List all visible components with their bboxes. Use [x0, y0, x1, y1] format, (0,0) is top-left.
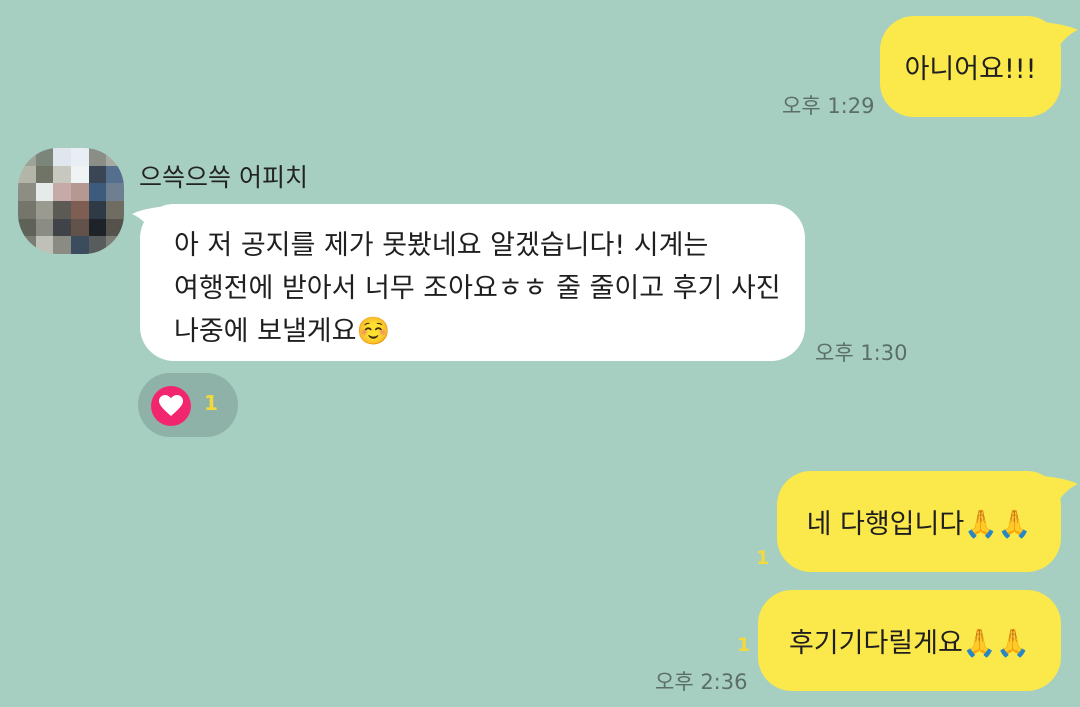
unread-count-3: 1 — [756, 547, 770, 569]
my-message-bubble-3[interactable]: 네 다행입니다🙏🙏 — [777, 471, 1061, 572]
message-line-2: 여행전에 받아서 너무 조아요ㅎㅎ 줄 줄이고 후기 사진 — [174, 273, 781, 304]
their-message-bubble[interactable]: 아 저 공지를 제가 못봤네요 알겠습니다! 시계는 여행전에 받아서 너무 조… — [140, 204, 805, 361]
message-time-4: 오후 2:36 — [655, 670, 748, 694]
avatar[interactable] — [18, 148, 124, 254]
bubble-tail-1 — [1042, 22, 1078, 54]
my-message-bubble-4[interactable]: 후기기다릴게요🙏🙏 — [758, 590, 1061, 691]
bubble-tail-3 — [1042, 476, 1078, 508]
message-line-1: 아 저 공지를 제가 못봤네요 알겠습니다! 시계는 — [174, 230, 709, 261]
message-time-2: 오후 1:30 — [815, 341, 908, 365]
sender-name: 으쓱으쓱 어피치 — [139, 163, 308, 192]
message-text-4: 후기기다릴게요🙏🙏 — [788, 628, 1031, 659]
reaction-badge[interactable]: 1 — [138, 373, 238, 437]
my-message-bubble-1[interactable]: 아니어요!!! — [880, 16, 1061, 117]
message-text-1: 아니어요!!! — [904, 54, 1037, 85]
unread-count-4: 1 — [737, 634, 751, 656]
message-text-3: 네 다행입니다🙏🙏 — [806, 509, 1032, 540]
heart-icon — [151, 386, 191, 426]
message-line-3: 나중에 보낼게요☺️ — [174, 316, 391, 347]
message-time-1: 오후 1:29 — [782, 94, 875, 118]
reaction-count: 1 — [204, 391, 218, 415]
